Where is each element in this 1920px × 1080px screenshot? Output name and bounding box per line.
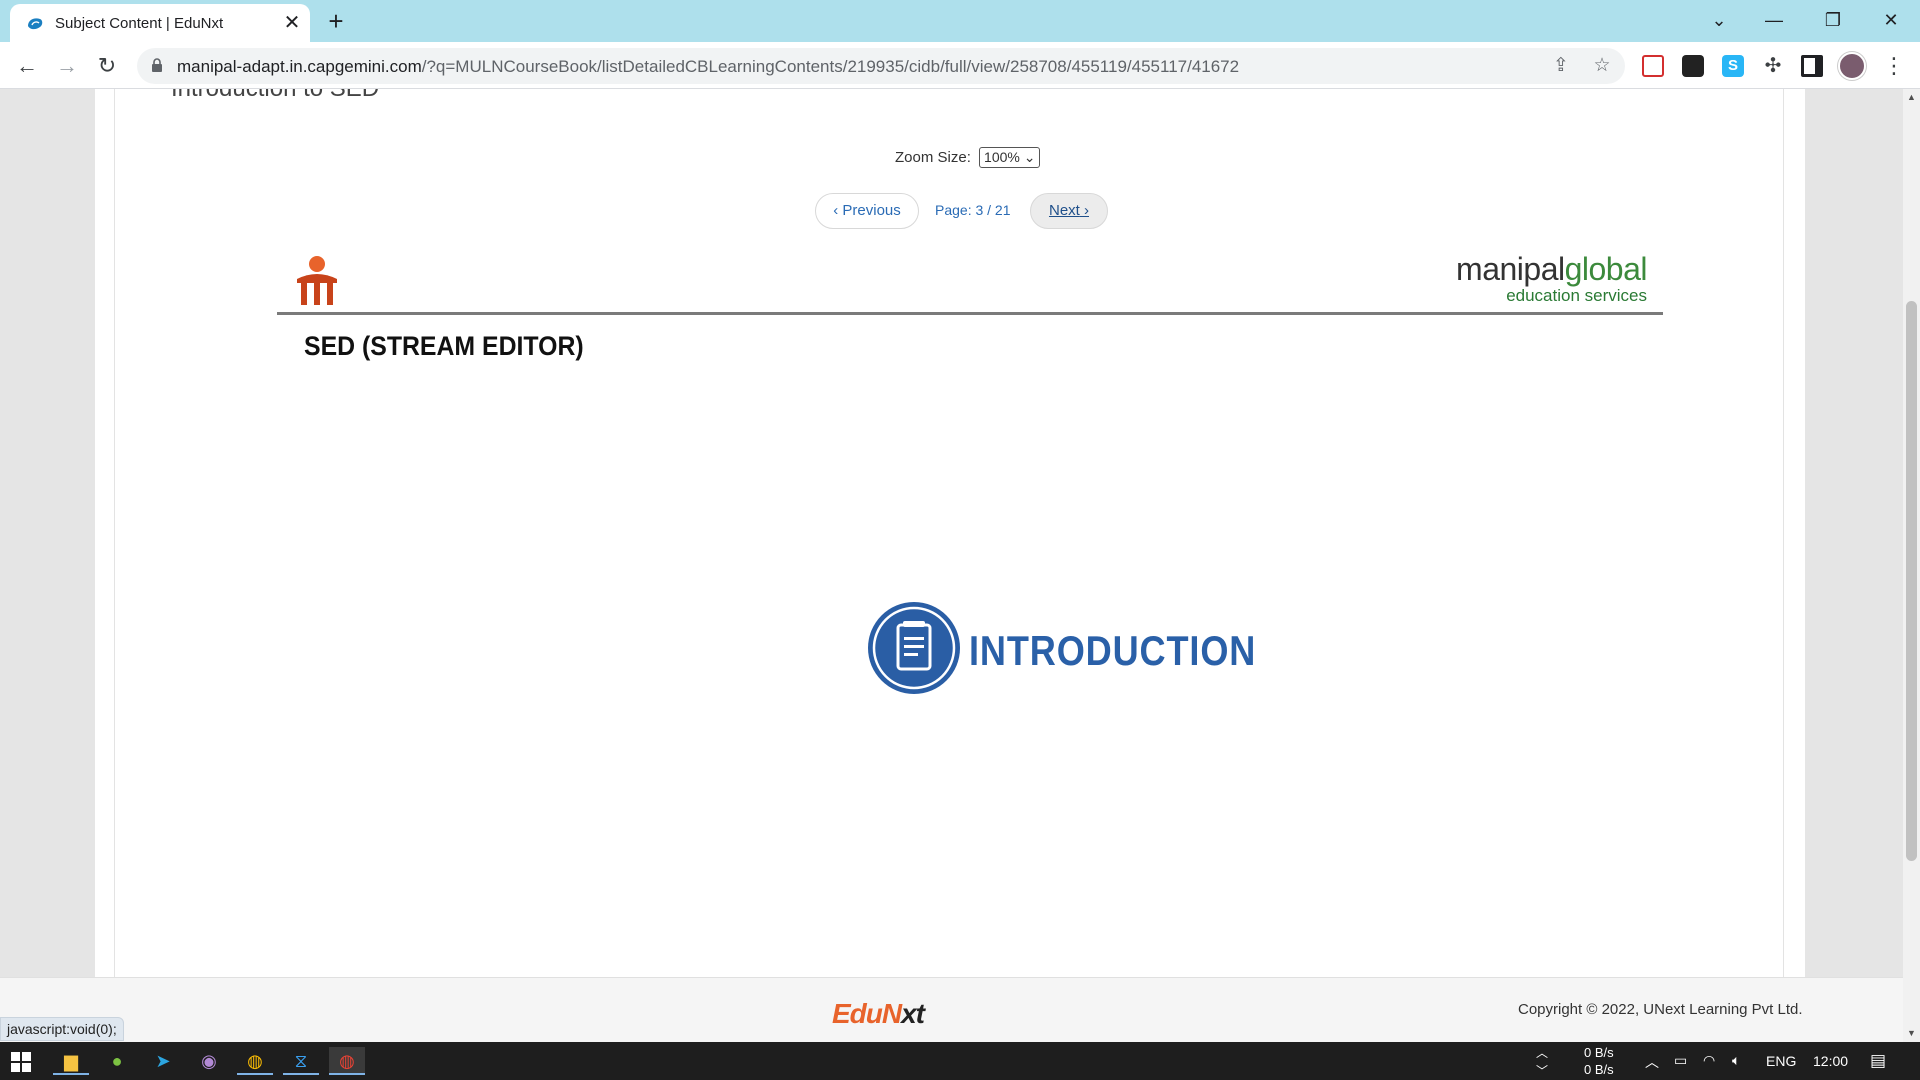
- scrollbar-thumb[interactable]: [1906, 301, 1917, 861]
- back-arrow-icon[interactable]: ←: [11, 50, 43, 82]
- manipal-global-brand: manipalglobal education services: [1456, 251, 1647, 305]
- volume-icon[interactable]: 🔈︎: [1732, 1052, 1740, 1069]
- forward-arrow-icon[interactable]: →: [51, 50, 83, 82]
- tab-close-icon[interactable]: ✕: [280, 11, 304, 35]
- net-download-speed: 0 B/s: [1584, 1062, 1614, 1077]
- reload-icon[interactable]: ↻: [91, 50, 123, 82]
- scroll-down-icon[interactable]: ▼: [1903, 1025, 1920, 1042]
- tab-title: Subject Content | EduNxt: [55, 15, 224, 32]
- shield-extension-icon[interactable]: [1642, 55, 1664, 77]
- edunxt-logo: EduNxt: [832, 998, 925, 1029]
- notification-center-icon[interactable]: ▤: [1870, 1051, 1886, 1071]
- minimize-icon[interactable]: —: [1756, 6, 1792, 34]
- content-heading: Introduction to SED: [171, 89, 379, 103]
- bookmark-star-icon[interactable]: ☆: [1590, 54, 1614, 78]
- language-indicator[interactable]: ENG: [1766, 1053, 1796, 1069]
- document-icon: [868, 602, 960, 694]
- browser-tab[interactable]: Subject Content | EduNxt ✕: [10, 4, 310, 42]
- manipal-logo-icon: [297, 256, 337, 305]
- url-text[interactable]: manipal-adapt.in.capgemini.com/?q=MULNCo…: [177, 57, 1239, 77]
- extension-puzzle-icon[interactable]: ✣: [1762, 55, 1784, 77]
- brand-subtitle: education services: [1506, 286, 1647, 305]
- wifi-icon[interactable]: ◠: [1703, 1052, 1715, 1069]
- previous-button[interactable]: ‹ Previous: [815, 193, 919, 229]
- telegram-icon[interactable]: ➤: [145, 1047, 181, 1075]
- side-panel-icon[interactable]: [1801, 55, 1823, 77]
- net-upload-speed: 0 B/s: [1584, 1045, 1614, 1060]
- introduction-label: INTRODUCTION: [969, 627, 1257, 674]
- scroll-up-icon[interactable]: ▲: [1903, 89, 1920, 106]
- file-explorer-icon[interactable]: ▆: [53, 1047, 89, 1075]
- address-bar[interactable]: manipal-adapt.in.capgemini.com/?q=MULNCo…: [137, 48, 1625, 84]
- windows-start-icon[interactable]: [11, 1052, 31, 1072]
- chrome-active-icon[interactable]: ◍: [329, 1047, 365, 1075]
- tray-collapse-icon[interactable]: ﹀: [1536, 1062, 1548, 1079]
- copyright-text: Copyright © 2022, UNext Learning Pvt Ltd…: [1518, 1001, 1803, 1018]
- slide-title: SED (STREAM EDITOR): [304, 331, 584, 361]
- new-tab-icon[interactable]: +: [322, 7, 350, 35]
- vscode-icon[interactable]: ⧖: [283, 1047, 319, 1075]
- chrome-icon[interactable]: ◍: [237, 1047, 273, 1075]
- s-extension-icon[interactable]: S: [1722, 55, 1744, 77]
- link-status-bar: javascript:void(0);: [0, 1017, 124, 1041]
- content-card: Introduction to SED Zoom Size: 100% ⌄ ‹ …: [95, 89, 1805, 979]
- tray-expand-icon[interactable]: ︿: [1536, 1044, 1548, 1061]
- zoom-select[interactable]: 100% ⌄: [979, 147, 1041, 168]
- dark-extension-icon[interactable]: [1682, 55, 1704, 77]
- restore-icon[interactable]: ❐: [1815, 6, 1851, 34]
- page-viewport: Introduction to SED Zoom Size: 100% ⌄ ‹ …: [0, 89, 1903, 1042]
- browser-toolbar: ← → ↻ manipal-adapt.in.capgemini.com/?q=…: [0, 42, 1920, 89]
- page-indicator: Page: 3 / 21: [935, 202, 1011, 218]
- slide-divider: [277, 312, 1663, 315]
- zoom-label: Zoom Size:: [895, 149, 971, 166]
- browser-tab-strip: Subject Content | EduNxt ✕ + ⌄ — ❐ ✕: [0, 0, 1920, 42]
- share-icon[interactable]: ⇪: [1549, 54, 1573, 78]
- tab-search-chevron-icon[interactable]: ⌄: [1701, 6, 1737, 34]
- battery-icon[interactable]: ▭: [1674, 1052, 1687, 1069]
- menu-kebab-icon[interactable]: ⋮: [1878, 50, 1910, 82]
- windows-taskbar: ▆ ● ➤ ◉ ◍ ⧖ ◍ ︿ ﹀ 0 B/s 0 B/s ︿ ▭ ◠ 🔈︎ E…: [0, 1042, 1920, 1080]
- slide-page: manipalglobal education services SED (ST…: [277, 249, 1663, 969]
- app-icon[interactable]: ◉: [191, 1047, 227, 1075]
- lock-icon: [152, 58, 162, 72]
- close-window-icon[interactable]: ✕: [1873, 6, 1909, 34]
- green-app-icon[interactable]: ●: [99, 1047, 135, 1075]
- profile-avatar-icon[interactable]: [1838, 52, 1866, 80]
- show-hidden-icons-icon[interactable]: ︿: [1645, 1052, 1659, 1072]
- next-button[interactable]: Next ›: [1030, 193, 1108, 229]
- page-footer: EduNxt Copyright © 2022, UNext Learning …: [0, 977, 1903, 1042]
- page-scrollbar[interactable]: ▲ ▼: [1903, 89, 1920, 1042]
- edunxt-favicon-icon: [28, 18, 43, 30]
- zoom-control: Zoom Size: 100% ⌄: [895, 147, 1041, 168]
- content-frame: Introduction to SED Zoom Size: 100% ⌄ ‹ …: [114, 89, 1784, 979]
- clock[interactable]: 12:00: [1813, 1053, 1848, 1069]
